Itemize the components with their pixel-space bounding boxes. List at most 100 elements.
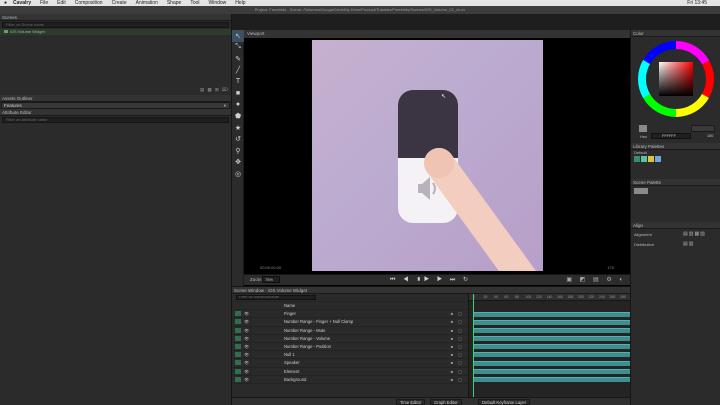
swatch-1[interactable] bbox=[634, 156, 640, 162]
layer-name[interactable]: Number Range - Position bbox=[284, 344, 331, 349]
select-tool-icon[interactable]: ↖ bbox=[232, 30, 244, 42]
keyframe-layer-select[interactable]: Default Keyframe Layer bbox=[478, 399, 530, 405]
attribute-filter-input[interactable]: Filter on Attribute name bbox=[2, 117, 229, 123]
track-row[interactable] bbox=[469, 359, 630, 367]
table-row[interactable]: 👁 Null 1 ■ ▢ bbox=[232, 351, 468, 360]
track-bar[interactable] bbox=[473, 311, 630, 317]
hex-input[interactable]: FFFFFF bbox=[651, 133, 691, 139]
track-row[interactable] bbox=[469, 343, 630, 351]
track-bar[interactable] bbox=[473, 327, 630, 333]
track-bar[interactable] bbox=[473, 352, 630, 358]
track-row[interactable] bbox=[469, 310, 630, 318]
color-picker[interactable] bbox=[631, 37, 720, 125]
layer-flag-icons[interactable]: ■ ▢ bbox=[451, 344, 464, 349]
rotate-tool-icon[interactable]: ↺ bbox=[232, 134, 244, 146]
track-bar[interactable] bbox=[473, 336, 630, 342]
track-bar[interactable] bbox=[473, 344, 630, 350]
layer-name[interactable]: Number Range - Mute bbox=[284, 328, 325, 333]
layer-color-tag[interactable] bbox=[235, 360, 241, 366]
track-row[interactable] bbox=[469, 318, 630, 326]
tab-time-editor[interactable]: Time Editor bbox=[396, 399, 426, 405]
eye-icon[interactable]: 👁 bbox=[244, 377, 250, 382]
assets-tool-icons[interactable]: ▤ ▦ ⊞ ⌦ bbox=[200, 87, 229, 93]
layer-color-tag[interactable] bbox=[235, 368, 241, 374]
table-row[interactable]: 👁 Number Range - Volume ■ ▢ bbox=[232, 335, 468, 343]
eye-icon[interactable]: 👁 bbox=[244, 344, 250, 349]
layer-flag-icons[interactable]: ■ ▢ bbox=[451, 328, 464, 333]
eye-icon[interactable]: 👁 bbox=[244, 328, 250, 333]
ellipse-tool-icon[interactable]: ● bbox=[232, 99, 244, 111]
layer-flag-icons[interactable]: ■ ▢ bbox=[451, 360, 464, 365]
layer-name[interactable]: Background bbox=[284, 377, 306, 382]
table-row[interactable]: 👁 Speaker ■ ▢ bbox=[232, 359, 468, 368]
table-row[interactable]: 👁 Number Range - Finger + Null Clamp ■ ▢ bbox=[232, 318, 468, 327]
assets-select[interactable]: Features ▾ bbox=[1, 102, 230, 109]
viewport-tools[interactable]: ▣ ◩ ▤ ⚙ ◐ bbox=[566, 276, 626, 283]
track-bar[interactable] bbox=[473, 360, 630, 366]
color-mode-select[interactable] bbox=[691, 125, 715, 132]
track-row[interactable] bbox=[469, 367, 630, 375]
swatch-2[interactable] bbox=[641, 156, 647, 162]
layer-flag-icons[interactable]: ■ ▢ bbox=[451, 377, 464, 382]
eye-icon[interactable]: 👁 bbox=[244, 336, 250, 341]
zoom-select[interactable]: 75% bbox=[262, 276, 280, 283]
align-buttons[interactable]: ▤▥▦▧ bbox=[683, 231, 706, 237]
track-bar[interactable] bbox=[473, 319, 630, 325]
layer-name[interactable]: Null 1 bbox=[284, 352, 295, 357]
swatch-3[interactable] bbox=[648, 156, 654, 162]
layer-color-tag[interactable] bbox=[235, 335, 241, 341]
eye-icon[interactable]: 👁 bbox=[244, 352, 250, 357]
star-tool-icon[interactable]: ★ bbox=[232, 122, 244, 134]
tab-graph-editor[interactable]: Graph Editor bbox=[430, 399, 462, 405]
time-ruler[interactable]: 0204060801001201401601802002202402602803… bbox=[469, 294, 630, 301]
current-color-swatch[interactable] bbox=[639, 125, 647, 132]
line-tool-icon[interactable]: ╱ bbox=[232, 65, 244, 77]
composition-canvas[interactable]: ↖ bbox=[312, 40, 543, 271]
pen-tool-icon[interactable]: ✎ bbox=[232, 53, 244, 65]
viewport-tab[interactable]: Viewport bbox=[244, 30, 630, 38]
name-column-header[interactable]: Name bbox=[284, 303, 295, 308]
layer-flag-icons[interactable]: ■ ▢ bbox=[451, 336, 464, 341]
layer-color-tag[interactable] bbox=[235, 376, 241, 382]
layer-name[interactable]: Speaker bbox=[284, 360, 300, 365]
playhead[interactable] bbox=[473, 294, 474, 398]
layer-flag-icons[interactable]: ■ ▢ bbox=[451, 311, 464, 316]
move-tool-icon[interactable]: ✥ bbox=[232, 157, 244, 169]
layer-color-tag[interactable] bbox=[235, 319, 241, 325]
layer-color-tag[interactable] bbox=[235, 352, 241, 358]
scene-palette-swatch[interactable] bbox=[634, 188, 648, 194]
layer-color-tag[interactable] bbox=[235, 327, 241, 333]
layer-name[interactable]: Element bbox=[284, 369, 299, 374]
layer-color-tag[interactable] bbox=[235, 344, 241, 350]
track-row[interactable] bbox=[469, 326, 630, 334]
layer-name[interactable]: Finger bbox=[284, 311, 296, 316]
eye-icon[interactable]: 👁 bbox=[244, 360, 250, 365]
timeline-tracks[interactable]: 0204060801001201401601802002202402602803… bbox=[468, 294, 630, 398]
alpha-value[interactable]: 100 bbox=[707, 134, 713, 138]
playback-controls[interactable]: ⏮ ◀ ▮▶ ▶ ⏭ ↻ bbox=[390, 276, 471, 284]
layer-flag-icons[interactable]: ■ ▢ bbox=[451, 369, 464, 374]
scenes-filter-input[interactable]: Filter on Scene name bbox=[2, 22, 229, 28]
swatch-4[interactable] bbox=[655, 156, 661, 162]
track-row[interactable] bbox=[469, 335, 630, 343]
transform-tool-icon[interactable]: ⤡ bbox=[232, 42, 244, 54]
eye-icon[interactable]: 👁 bbox=[244, 311, 250, 316]
text-tool-icon[interactable]: T bbox=[232, 76, 244, 88]
table-row[interactable]: 👁 Finger ■ ▢ bbox=[232, 310, 468, 319]
track-bar[interactable] bbox=[473, 368, 630, 374]
layer-flag-icons[interactable]: ■ ▢ bbox=[451, 319, 464, 324]
polygon-tool-icon[interactable]: ⬟ bbox=[232, 111, 244, 123]
layer-color-tag[interactable] bbox=[235, 311, 241, 317]
layer-name[interactable]: Number Range - Finger + Null Clamp bbox=[284, 319, 353, 324]
eye-icon[interactable]: 👁 bbox=[244, 369, 250, 374]
layer-name[interactable]: Number Range - Volume bbox=[284, 336, 330, 341]
eye-icon[interactable]: 👁 bbox=[244, 319, 250, 324]
anchor-tool-icon[interactable]: ◎ bbox=[232, 168, 244, 180]
track-bar[interactable] bbox=[473, 377, 630, 382]
table-row[interactable]: 👁 Number Range - Mute ■ ▢ bbox=[232, 327, 468, 335]
pin-tool-icon[interactable]: ⚲ bbox=[232, 145, 244, 157]
layer-flag-icons[interactable]: ■ ▢ bbox=[451, 352, 464, 357]
table-row[interactable]: 👁 Number Range - Position ■ ▢ bbox=[232, 343, 468, 352]
rectangle-tool-icon[interactable]: ■ bbox=[232, 88, 244, 100]
layer-filter-input[interactable]: Filter on Name/Attribute bbox=[236, 295, 316, 300]
